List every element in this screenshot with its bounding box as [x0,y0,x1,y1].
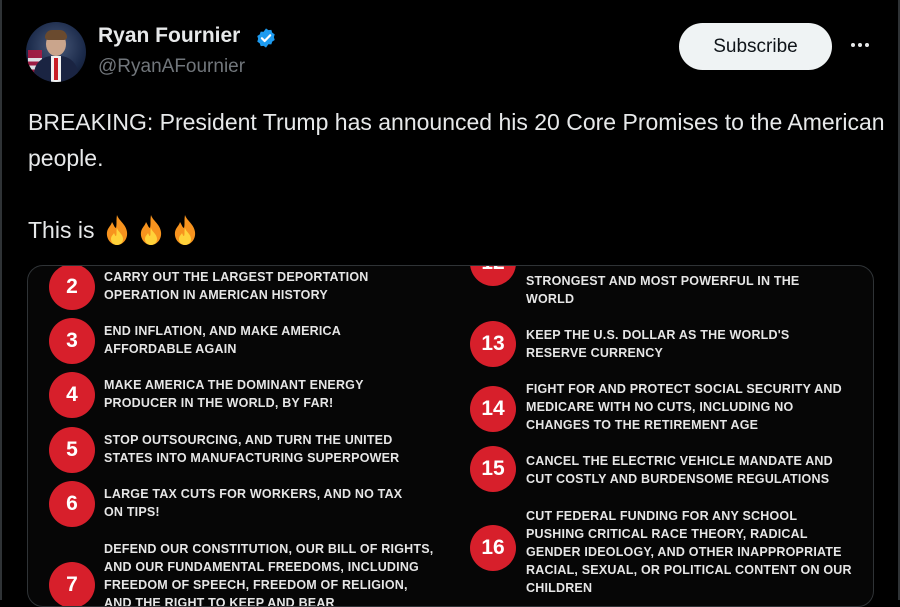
subscribe-button[interactable]: Subscribe [679,23,832,70]
promise-number: 13 [470,321,516,367]
verified-badge-icon [257,28,275,48]
promise-number: 5 [49,427,95,473]
promise-text: CANCEL THE ELECTRIC VEHICLE MANDATE AND … [526,454,833,486]
fire-icon [141,215,162,245]
promise-text: FIGHT FOR AND PROTECT SOCIAL SECURITY AN… [526,382,842,432]
post-text: BREAKING: President Trump has announced … [28,109,885,171]
promise-number: 16 [470,525,516,571]
promise-number: 12 [470,266,516,286]
avatar[interactable] [26,22,86,82]
avatar-hair [45,30,67,40]
author-handle[interactable]: @RyanAFournier [98,56,245,78]
promise-number: 6 [49,481,95,527]
promise-text: MAKE AMERICA THE DOMINANT ENERGY PRODUCE… [104,378,364,410]
promise-number: 14 [470,386,516,432]
post-text-prefix: This is [28,217,95,243]
fire-icon [107,215,128,245]
promise-text: STRONGEST AND MOST POWERFUL IN THE WORLD [526,274,800,306]
post-text-line2: This is [28,212,200,248]
dot [858,43,862,47]
left-border [0,0,2,600]
dot [865,43,869,47]
promise-number: 15 [470,446,516,492]
promise-text: STOP OUTSOURCING, AND TURN THE UNITED ST… [104,433,400,465]
promise-number: 2 [49,266,95,310]
promise-text: KEEP THE U.S. DOLLAR AS THE WORLD'S RESE… [526,328,790,360]
promise-text: CUT FEDERAL FUNDING FOR ANY SCHOOL PUSHI… [526,509,852,595]
post-image[interactable]: 2 CARRY OUT THE LARGEST DEPORTATION OPER… [27,265,874,607]
fire-icon [175,215,196,245]
dot [851,43,855,47]
avatar-tie [54,58,58,80]
author-name[interactable]: Ryan Fournier [98,24,240,48]
more-options-icon[interactable] [845,33,875,57]
promise-text: CARRY OUT THE LARGEST DEPORTATION OPERAT… [104,270,369,302]
promise-number: 3 [49,318,95,364]
promise-number: 4 [49,372,95,418]
promise-text: LARGE TAX CUTS FOR WORKERS, AND NO TAX O… [104,487,403,519]
promise-text: END INFLATION, AND MAKE AMERICA AFFORDAB… [104,324,341,356]
promise-number: 7 [49,562,95,606]
promise-text: DEFEND OUR CONSTITUTION, OUR BILL OF RIG… [104,542,434,607]
